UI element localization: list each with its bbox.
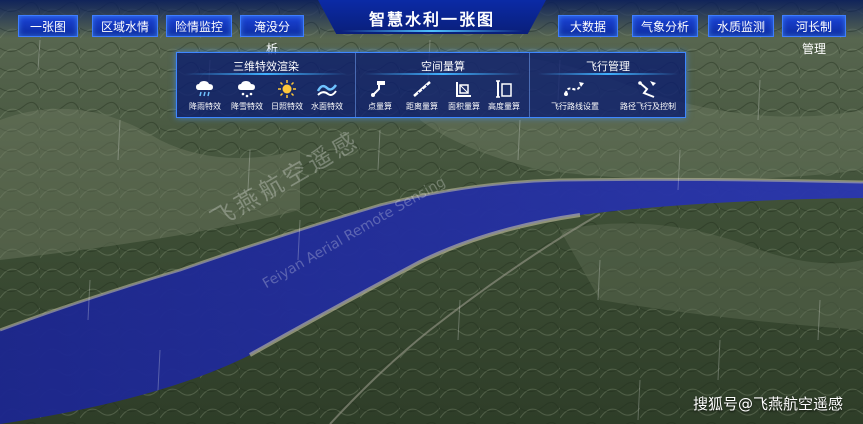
page-title: 智慧水利一张图 <box>368 10 495 29</box>
tool-panel: 三维特效渲染 降雨特效 降雪特效 日照特效 水面特效 空间量算 点量算 距离量算… <box>176 52 686 118</box>
tool-path-flight-control[interactable]: 路径飞行及控制 <box>618 79 678 112</box>
tool-label: 降雨特效 <box>189 102 221 111</box>
tool-label: 日照特效 <box>271 102 303 111</box>
nav-button-overview[interactable]: 一张图 <box>18 15 78 37</box>
snow-cloud-icon <box>238 81 255 98</box>
group-spatial-measure: 空间量算 点量算 距离量算 面积量算 高度量算 <box>355 53 530 117</box>
nav-button-weather[interactable]: 气象分析 <box>632 15 698 37</box>
group-divider <box>185 73 347 75</box>
tool-label: 水面特效 <box>311 102 343 111</box>
tool-label: 飞行路线设置 <box>551 102 599 111</box>
tool-point-measure[interactable]: 点量算 <box>360 79 400 112</box>
group-3d-effects: 三维特效渲染 降雨特效 降雪特效 日照特效 水面特效 <box>177 53 355 117</box>
path-flight-icon <box>638 81 656 98</box>
group-flight-management: 飞行管理 飞行路线设置 路径飞行及控制 <box>529 53 686 117</box>
tool-label: 点量算 <box>368 102 392 111</box>
tool-rain-effect[interactable]: 降雨特效 <box>185 79 225 112</box>
sun-icon <box>278 80 296 98</box>
water-wave-icon <box>316 84 338 96</box>
tool-label: 距离量算 <box>406 102 438 111</box>
nav-button-water-quality[interactable]: 水质监测 <box>708 15 774 37</box>
distance-measure-icon <box>413 81 431 97</box>
group-title: 空间量算 <box>421 60 465 73</box>
tool-height-measure[interactable]: 高度量算 <box>484 79 524 112</box>
point-measure-icon <box>371 81 385 97</box>
rain-cloud-icon <box>196 81 213 97</box>
nav-button-big-data[interactable]: 大数据 <box>558 15 618 37</box>
group-title: 三维特效渲染 <box>233 60 299 73</box>
tool-label: 降雪特效 <box>231 102 263 111</box>
tool-sunshine-effect[interactable]: 日照特效 <box>267 79 307 112</box>
group-divider <box>364 73 522 75</box>
group-divider <box>538 73 678 75</box>
group-title: 飞行管理 <box>586 60 630 73</box>
nav-button-hazard-monitor[interactable]: 险情监控 <box>166 15 232 37</box>
source-watermark: 搜狐号@飞燕航空遥感 <box>692 395 843 413</box>
nav-button-regional-water[interactable]: 区域水情 <box>92 15 158 37</box>
nav-button-river-chief[interactable]: 河长制管理 <box>782 15 846 56</box>
tool-distance-measure[interactable]: 距离量算 <box>402 79 442 112</box>
area-measure-icon <box>456 82 471 97</box>
flight-route-icon <box>564 82 584 96</box>
nav-button-flood-analysis[interactable]: 淹没分析 <box>240 15 304 56</box>
tool-label: 路径飞行及控制 <box>620 102 676 111</box>
tool-water-surface-effect[interactable]: 水面特效 <box>307 79 347 112</box>
top-header: 智慧水利一张图 一张图 区域水情 险情监控 淹没分析 大数据 气象分析 水质监测… <box>0 0 863 56</box>
tool-area-measure[interactable]: 面积量算 <box>444 79 484 112</box>
tool-snow-effect[interactable]: 降雪特效 <box>227 79 267 112</box>
tool-label: 高度量算 <box>488 102 520 111</box>
height-measure-icon <box>496 80 512 98</box>
tool-flight-route-setting[interactable]: 飞行路线设置 <box>550 79 600 112</box>
tool-label: 面积量算 <box>448 102 480 111</box>
